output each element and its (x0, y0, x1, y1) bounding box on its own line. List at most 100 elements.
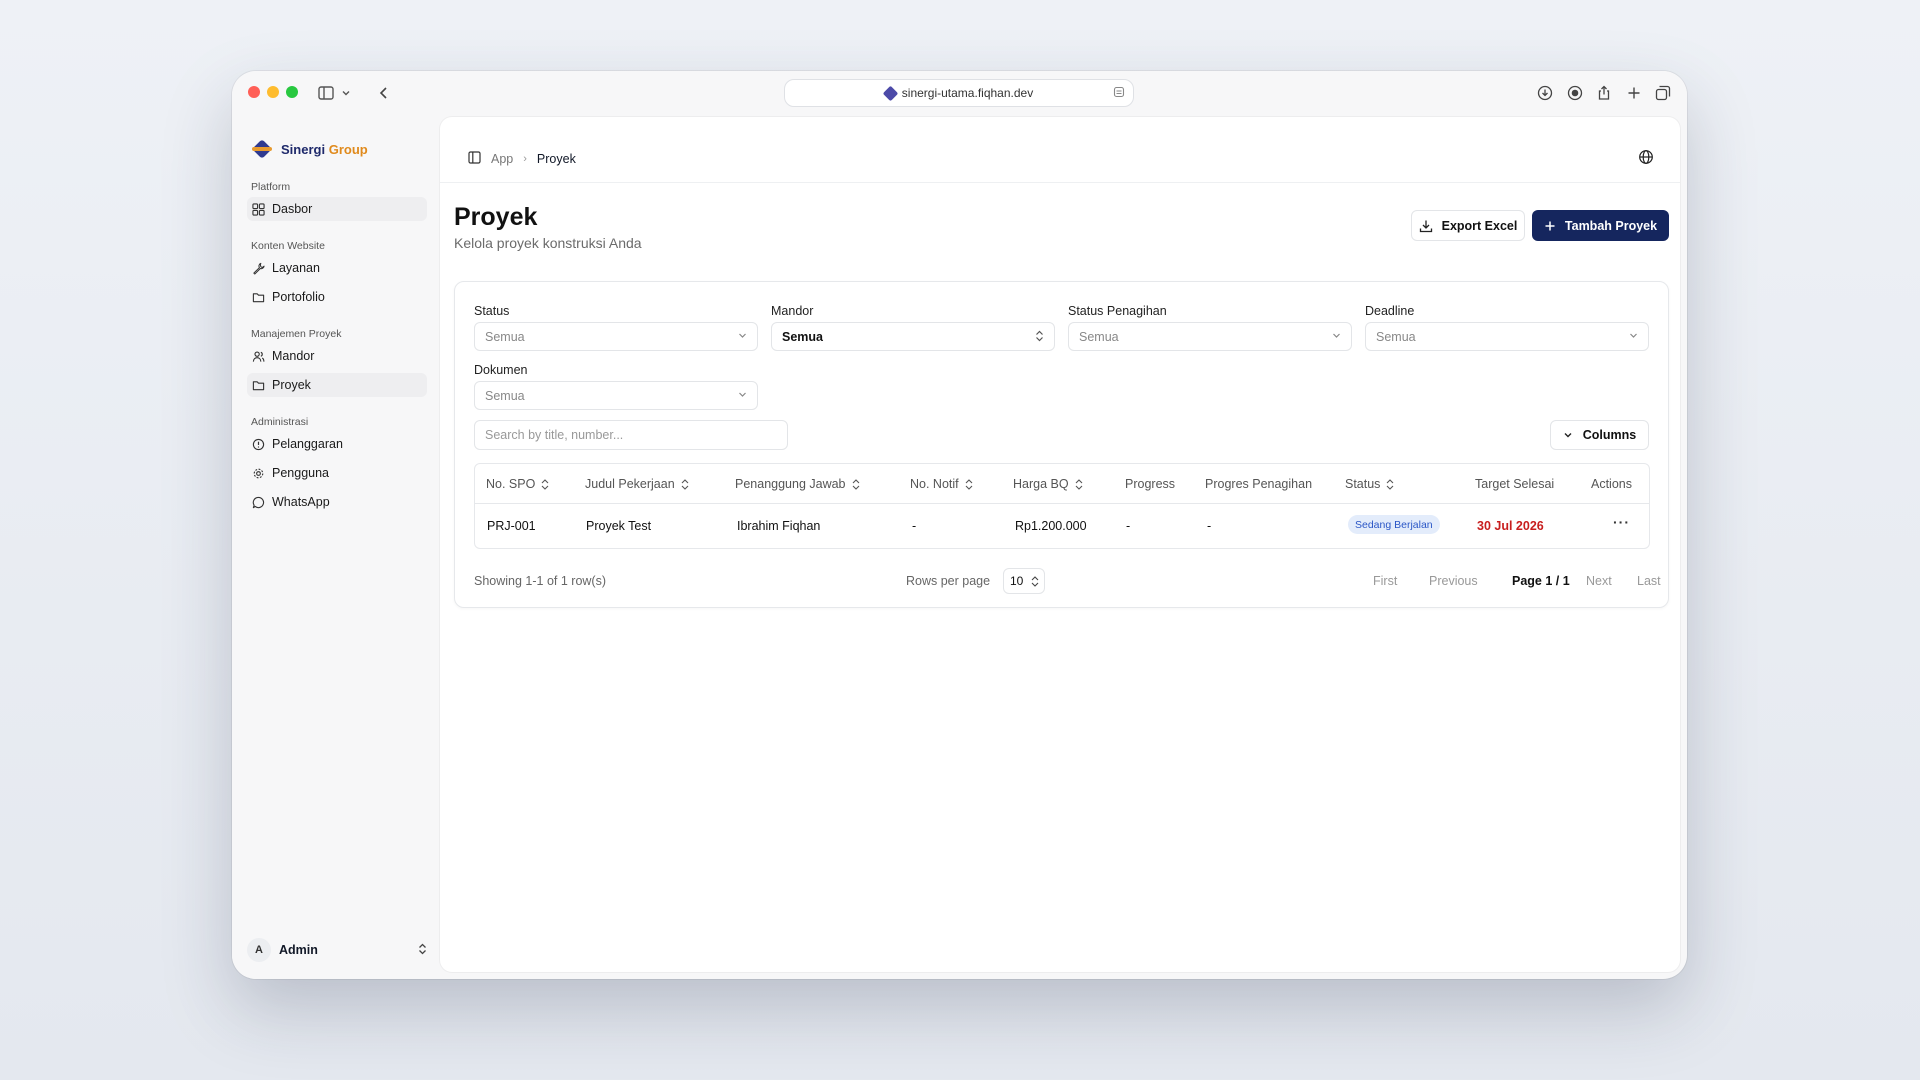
columns-label: Columns (1582, 428, 1637, 442)
filter-status-select[interactable]: Semua (474, 322, 758, 351)
filter-dokumen-value: Semua (485, 388, 525, 403)
sidebar-item-dasbor[interactable]: Dasbor (247, 197, 427, 221)
sidebar-item-label: Layanan (272, 261, 320, 275)
download-icon (1419, 220, 1432, 232)
projects-table: No. SPO Judul Pekerjaan Penanggung Jawab… (474, 463, 1650, 549)
row-actions-button[interactable]: ··· (1613, 514, 1630, 530)
sidebar-toggle-icon[interactable] (316, 83, 336, 103)
column-header-judul-pekerjaan[interactable]: Judul Pekerjaan (585, 477, 689, 491)
sidebar-item-proyek[interactable]: Proyek (247, 373, 427, 397)
sidebar-item-portofolio[interactable]: Portofolio (247, 285, 427, 309)
tab-overview-icon[interactable] (1653, 83, 1673, 103)
sidebar-item-mandor[interactable]: Mandor (247, 344, 427, 368)
rows-per-page-select[interactable]: 10 (1003, 568, 1045, 594)
new-tab-icon[interactable] (1624, 83, 1644, 103)
search-input[interactable]: Search by title, number... (474, 420, 788, 450)
page-indicator: Page 1 / 1 (1512, 574, 1570, 588)
column-header-no-notif[interactable]: No. Notif (910, 477, 973, 491)
sidebar-item-pengguna[interactable]: Pengguna (247, 461, 427, 485)
sidebar-item-layanan[interactable]: Layanan (247, 256, 427, 280)
sort-icon (965, 478, 973, 490)
cell-judul-pekerjaan: Proyek Test (586, 519, 652, 533)
search-placeholder: Search by title, number... (485, 428, 624, 442)
maximize-window-button[interactable] (286, 86, 298, 98)
sort-icon (681, 478, 689, 490)
download-icon[interactable] (1535, 83, 1555, 103)
grid-icon (252, 202, 265, 216)
user-name: Admin (279, 943, 318, 957)
last-page-button[interactable]: Last (1637, 574, 1661, 588)
alert-circle-icon (252, 438, 265, 450)
previous-page-button[interactable]: Previous (1429, 574, 1478, 588)
share-icon[interactable] (1594, 83, 1614, 103)
column-header-label: Actions (1591, 477, 1632, 491)
filter-mandor-select[interactable]: Semua (771, 322, 1055, 351)
address-bar[interactable]: sinergi-utama.fiqhan.dev (784, 79, 1134, 107)
column-header-harga-bq[interactable]: Harga BQ (1013, 477, 1083, 491)
record-icon[interactable] (1565, 83, 1585, 103)
export-excel-button[interactable]: Export Excel (1411, 210, 1525, 241)
close-window-button[interactable] (248, 86, 260, 98)
add-project-label: Tambah Proyek (1564, 218, 1658, 233)
export-excel-label: Export Excel (1441, 218, 1518, 233)
sidebar-item-label: Dasbor (272, 202, 313, 216)
gear-icon (253, 468, 264, 478)
cell-penanggung-jawab: Ibrahim Fiqhan (737, 519, 821, 533)
column-header-label: No. SPO (486, 477, 536, 491)
column-header-label: Target Selesai (1475, 477, 1555, 491)
breadcrumb-root[interactable]: App (491, 152, 513, 166)
users-icon (252, 350, 265, 362)
sort-icon (1075, 478, 1083, 490)
chevron-down-icon (1332, 331, 1341, 343)
globe-icon[interactable] (1638, 149, 1654, 165)
site-favicon-icon (882, 85, 899, 101)
user-menu[interactable]: A Admin (247, 935, 427, 965)
chevron-down-icon (738, 331, 747, 343)
brand-logo[interactable]: Sinergi Group (252, 139, 368, 159)
filter-status-label: Status (474, 304, 510, 318)
sidebar-item-whatsapp[interactable]: WhatsApp (247, 490, 427, 514)
filter-deadline-value: Semua (1376, 329, 1416, 344)
sidebar-item-label: WhatsApp (272, 495, 330, 509)
minimize-window-button[interactable] (267, 86, 279, 98)
first-page-button[interactable]: First (1373, 574, 1397, 588)
filter-dokumen-select[interactable]: Semua (474, 381, 758, 410)
brand-name-part2: Group (328, 141, 368, 157)
filter-deadline-label: Deadline (1365, 304, 1415, 318)
wrench-icon (253, 262, 265, 275)
filter-status-penagihan-label: Status Penagihan (1068, 304, 1167, 318)
page-title: Proyek (454, 203, 538, 231)
chevron-up-down-icon (1035, 330, 1044, 345)
main-content: App › Proyek Proyek Kelola proyek konstr… (440, 117, 1680, 972)
column-header-status[interactable]: Status (1345, 477, 1394, 491)
back-arrow-icon[interactable] (374, 83, 394, 103)
section-label-administrasi: Administrasi (251, 416, 309, 428)
browser-titlebar: sinergi-utama.fiqhan.dev (232, 71, 1687, 117)
url-text: sinergi-utama.fiqhan.dev (901, 86, 1034, 100)
section-label-platform: Platform (251, 181, 291, 193)
filter-mandor-label: Mandor (771, 304, 814, 318)
chevron-up-down-icon (1031, 575, 1039, 587)
panel-toggle-icon[interactable] (468, 151, 481, 167)
reader-mode-icon[interactable] (1113, 86, 1125, 101)
next-page-button[interactable]: Next (1586, 574, 1612, 588)
column-header-penanggung-jawab[interactable]: Penanggung Jawab (735, 477, 860, 491)
column-header-progress: Progress (1125, 477, 1175, 491)
chevron-down-icon[interactable] (336, 83, 356, 103)
sidebar-item-pelanggaran[interactable]: Pelanggaran (247, 432, 427, 456)
column-header-no-spo[interactable]: No. SPO (486, 477, 549, 491)
folder-icon (252, 292, 265, 302)
filter-deadline-select[interactable]: Semua (1365, 322, 1649, 351)
filter-status-penagihan-select[interactable]: Semua (1068, 322, 1352, 351)
folder-icon (252, 380, 265, 390)
add-project-button[interactable]: Tambah Proyek (1532, 210, 1669, 241)
column-header-actions: Actions (1591, 477, 1632, 491)
columns-button[interactable]: Columns (1550, 420, 1649, 450)
column-header-label: Harga BQ (1013, 477, 1069, 491)
chat-bubble-icon (252, 496, 265, 508)
chevron-down-icon (738, 390, 747, 402)
filter-status-value: Semua (485, 329, 525, 344)
column-header-label: Progress (1125, 477, 1176, 491)
browser-window: sinergi-utama.fiqhan.dev Sinergi Group P… (232, 71, 1687, 979)
sort-icon (541, 478, 549, 490)
